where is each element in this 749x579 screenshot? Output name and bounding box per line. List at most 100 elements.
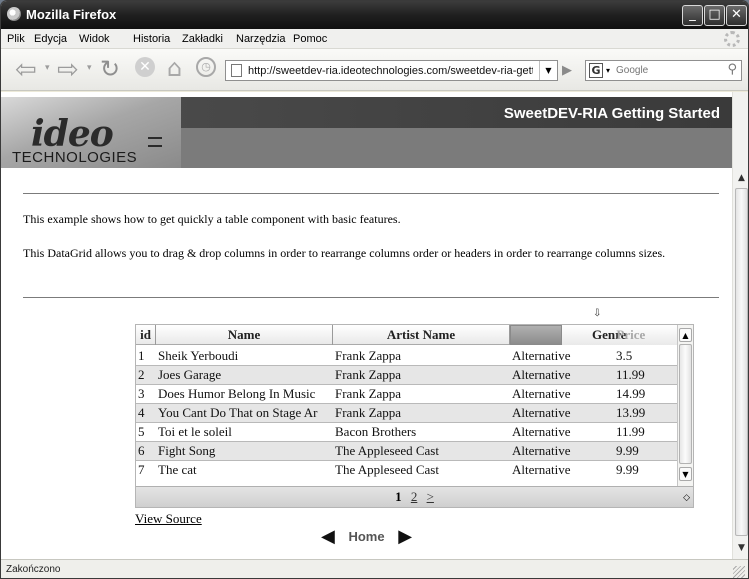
grid-scroll-up-icon[interactable]: ▲: [679, 328, 692, 342]
go-icon[interactable]: ▶: [562, 63, 572, 78]
search-bar: G ▾ ⚲: [585, 60, 742, 81]
view-source-link[interactable]: View Source: [135, 511, 202, 527]
next-arrow-icon[interactable]: ▶: [398, 526, 412, 546]
column-header-genre[interactable]: GenrePrice: [562, 325, 677, 345]
menu-plik[interactable]: Plik: [7, 33, 25, 45]
bottom-navigation: ◀ Home ▶: [321, 526, 412, 547]
table-row[interactable]: 3 Does Humor Belong In Music Frank Zappa…: [136, 384, 677, 404]
cell-name: You Cant Do That on Stage Ar: [158, 405, 318, 420]
back-dropdown-icon[interactable]: ▾: [45, 63, 50, 73]
menu-pomoc[interactable]: Pomoc: [293, 33, 327, 45]
home-icon[interactable]: ⌂: [167, 54, 182, 82]
table-row[interactable]: 1 Sheik Yerboudi Frank Zappa Alternative…: [136, 346, 677, 366]
column-header-id[interactable]: id: [136, 325, 156, 345]
browser-window: Mozilla Firefox _ □ ✕ Plik Edycja Widok …: [0, 0, 749, 579]
cell-name: Sheik Yerboudi: [158, 348, 239, 363]
throbber-icon: [724, 31, 740, 47]
scroll-down-icon[interactable]: ▼: [734, 540, 748, 556]
url-bar[interactable]: http://sweetdev-ria.ideotechnologies.com…: [225, 60, 558, 81]
grid-scrollbar[interactable]: ▲ ▼: [677, 325, 693, 486]
dragged-column-header[interactable]: [510, 325, 562, 345]
page-viewport: ideo TECHNOLOGIES SweetDEV-RIA Getting S…: [1, 92, 732, 559]
window-title: Mozilla Firefox: [26, 7, 117, 22]
logo-mark: ideo: [31, 113, 114, 155]
pager-next-link[interactable]: >: [427, 489, 434, 504]
logo-text: TECHNOLOGIES: [12, 149, 138, 166]
menu-zakladki[interactable]: Zakładki: [182, 33, 223, 45]
firefox-icon: [7, 7, 21, 21]
google-engine-icon[interactable]: G: [589, 63, 603, 78]
cell-artist: The Appleseed Cast: [335, 462, 439, 477]
forward-icon[interactable]: ⇨: [57, 55, 79, 85]
cell-artist: Frank Zappa: [335, 348, 402, 363]
cell-genre: Alternative: [512, 386, 571, 401]
banner-title: SweetDEV-RIA Getting Started: [503, 105, 720, 122]
title-bar: Mozilla Firefox _ □ ✕: [1, 1, 748, 29]
cell-artist: The Appleseed Cast: [335, 443, 439, 458]
drop-marker-icon: ⇩: [593, 308, 602, 319]
navigation-toolbar: ⇦ ▾ ⇨ ▾ ↻ ✕ ⌂ ◷ http://sweetdev-ria.ideo…: [1, 49, 748, 91]
close-button[interactable]: ✕: [726, 5, 747, 26]
pager-page-2-link[interactable]: 2: [411, 489, 418, 504]
magnifier-icon[interactable]: ⚲: [727, 62, 737, 77]
url-dropdown-icon[interactable]: ▼: [539, 61, 557, 80]
search-input[interactable]: [616, 63, 716, 78]
column-header-artist-name[interactable]: Artist Name: [333, 325, 510, 345]
status-text: Zakończono: [6, 564, 61, 575]
grid-pager: 1 2 > ◇: [136, 486, 693, 507]
cell-genre: Alternative: [512, 443, 571, 458]
cell-genre: Alternative: [512, 348, 571, 363]
status-bar: Zakończono: [1, 559, 748, 578]
maximize-button[interactable]: □: [704, 5, 725, 26]
cell-name: Fight Song: [158, 443, 216, 458]
cell-id: 3: [138, 386, 145, 401]
previous-arrow-icon[interactable]: ◀: [321, 526, 335, 546]
cell-genre: Alternative: [512, 405, 571, 420]
logo-lines: [148, 137, 162, 147]
pager-current-page: 1: [395, 489, 402, 504]
reload-icon[interactable]: ↻: [100, 55, 120, 83]
scroll-up-icon[interactable]: ▲: [734, 170, 748, 186]
forward-dropdown-icon[interactable]: ▾: [87, 63, 92, 73]
divider: [23, 297, 719, 298]
menu-historia[interactable]: Historia: [133, 33, 170, 45]
cell-price: 3.5: [616, 348, 633, 363]
grid-scroll-thumb[interactable]: [679, 344, 692, 464]
cell-artist: Bacon Brothers: [335, 424, 417, 439]
url-text[interactable]: http://sweetdev-ria.ideotechnologies.com…: [248, 65, 533, 77]
pager-resize-icon[interactable]: ◇: [683, 487, 690, 507]
table-row[interactable]: 4 You Cant Do That on Stage Ar Frank Zap…: [136, 403, 677, 423]
cell-price: 13.99: [616, 405, 646, 420]
table-row[interactable]: 6 Fight Song The Appleseed Cast Alternat…: [136, 441, 677, 461]
resize-grip-icon[interactable]: [733, 566, 745, 578]
column-header-name[interactable]: Name: [156, 325, 333, 345]
divider: [23, 193, 719, 194]
menu-narzedzia[interactable]: Narzędzia: [236, 33, 286, 45]
table-row[interactable]: 5 Toi et le soleil Bacon Brothers Altern…: [136, 422, 677, 442]
intro-text: This example shows how to get quickly a …: [23, 212, 401, 226]
history-icon[interactable]: ◷: [196, 57, 216, 77]
stop-icon[interactable]: ✕: [135, 57, 155, 77]
cell-price: 14.99: [616, 386, 646, 401]
menu-edycja[interactable]: Edycja: [34, 33, 67, 45]
table-row[interactable]: 7 The cat The Appleseed Cast Alternative…: [136, 460, 677, 480]
cell-price: 11.99: [616, 367, 645, 382]
data-grid: ⇩ id Name Artist Name GenrePrice 1 Sheik…: [135, 308, 694, 508]
column-header-price-ghost[interactable]: Price: [616, 327, 645, 342]
engine-dropdown-icon[interactable]: ▾: [606, 66, 610, 75]
home-link[interactable]: Home: [348, 529, 384, 544]
cell-artist: Frank Zappa: [335, 405, 402, 420]
cell-artist: Frank Zappa: [335, 386, 402, 401]
grid-scroll-down-icon[interactable]: ▼: [679, 467, 692, 481]
cell-name: Does Humor Belong In Music: [158, 386, 316, 401]
ideo-logo: ideo TECHNOLOGIES: [1, 97, 181, 168]
cell-name: Joes Garage: [158, 367, 222, 382]
cell-name: The cat: [158, 462, 197, 477]
table-row[interactable]: 2 Joes Garage Frank Zappa Alternative 11…: [136, 365, 677, 385]
page-scrollbar[interactable]: ▲ ▼: [732, 92, 748, 559]
scroll-thumb[interactable]: [735, 188, 748, 536]
back-icon[interactable]: ⇦: [15, 55, 37, 85]
minimize-button[interactable]: _: [682, 5, 703, 26]
cell-price: 11.99: [616, 424, 645, 439]
menu-widok[interactable]: Widok: [79, 33, 110, 45]
